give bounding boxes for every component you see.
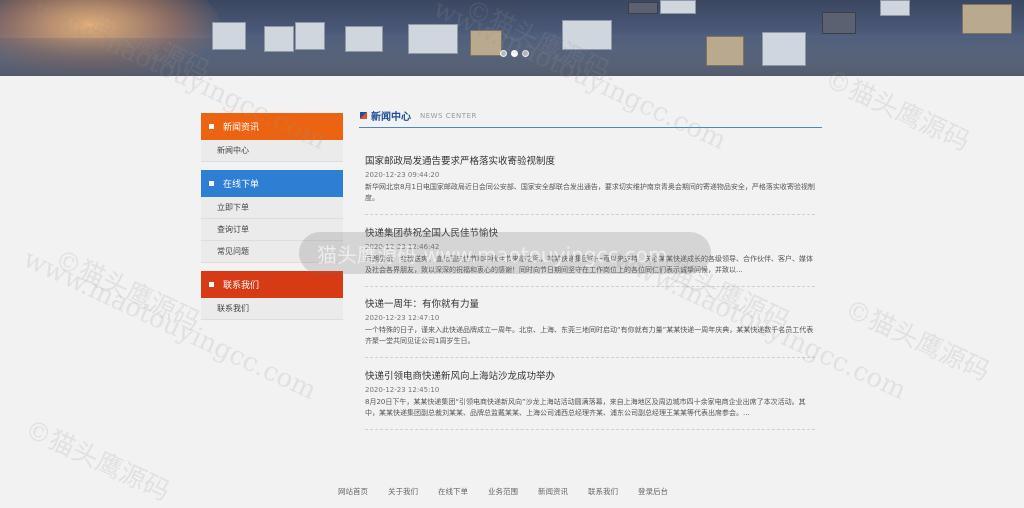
news-date: 2020-12-23 12:45:10 xyxy=(365,386,440,394)
cargo-container xyxy=(962,4,1012,34)
news-headline[interactable]: 国家邮政局发通告要求严格落实收寄验视制度 xyxy=(365,153,815,167)
slider-dot-2[interactable] xyxy=(511,50,518,57)
sidebar-head-order[interactable]: 在线下单 xyxy=(201,170,343,197)
footer-link-admin[interactable]: 登录后台 xyxy=(638,486,668,497)
news-summary: 8月20日下午，某某快递集团“引领电商快递新风向”沙龙上海站活动圆满落幕，来自上… xyxy=(365,398,806,417)
footer-link-about[interactable]: 关于我们 xyxy=(388,486,418,497)
news-item[interactable]: 快递引领电商快递新风向上海站沙龙成功举办 2020-12-23 12:45:10… xyxy=(365,368,815,430)
sidebar: 新闻资讯 新闻中心 在线下单 立即下单 查询订单 常见问题 联系我们 联系我们 xyxy=(201,113,343,320)
sidebar-head-label: 新闻资讯 xyxy=(223,123,260,133)
cargo-container xyxy=(628,2,658,14)
section-title-bar: 新闻中心 NEWS CENTER xyxy=(359,104,822,128)
square-bullet-icon xyxy=(209,181,214,186)
news-headline[interactable]: 快递引领电商快递新风向上海站沙龙成功举办 xyxy=(365,368,815,382)
slider-dots xyxy=(500,50,529,57)
cargo-container xyxy=(822,12,856,34)
sidebar-head-label: 联系我们 xyxy=(223,281,260,291)
footer-link-news[interactable]: 新闻资讯 xyxy=(538,486,568,497)
footer-link-order[interactable]: 在线下单 xyxy=(438,486,468,497)
cargo-container xyxy=(264,26,294,52)
hero-banner xyxy=(0,0,1024,76)
watermark-text: ©猫头鹰源码 xyxy=(839,294,994,388)
cargo-container xyxy=(706,36,744,66)
sidebar-item-order-now[interactable]: 立即下单 xyxy=(201,197,343,219)
page-subtitle: NEWS CENTER xyxy=(420,111,477,120)
cargo-container xyxy=(295,22,325,50)
news-summary: 新华网北京8月1日电国家邮政局近日会同公安部、国家安全部联合发出通告，要求切实维… xyxy=(365,183,815,202)
footer-nav: 网站首页 关于我们 在线下单 业务范围 新闻资讯 联系我们 登录后台 xyxy=(338,486,688,497)
cargo-container xyxy=(470,30,502,56)
cargo-container xyxy=(562,20,612,50)
divider xyxy=(365,214,815,215)
watermark-badge: 猫头鹰源码 www.maotouyingcc.com xyxy=(299,232,711,274)
sidebar-item-news-center[interactable]: 新闻中心 xyxy=(201,140,343,162)
square-bullet-icon xyxy=(209,124,214,129)
divider xyxy=(365,286,815,287)
title-marker-icon xyxy=(360,112,367,119)
sidebar-head-news[interactable]: 新闻资讯 xyxy=(201,113,343,140)
sidebar-item-contact[interactable]: 联系我们 xyxy=(201,298,343,320)
news-date: 2020-12-23 12:47:10 xyxy=(365,314,440,322)
footer-link-services[interactable]: 业务范围 xyxy=(488,486,518,497)
cargo-container xyxy=(345,26,383,52)
news-summary: 一个特殊的日子，谨来入此快递品牌成立一周年。北京、上海、东莞三地同时启动“有你就… xyxy=(365,326,814,345)
slider-dot-1[interactable] xyxy=(500,50,507,57)
cargo-container xyxy=(660,0,696,14)
news-panel: 新闻中心 NEWS CENTER 国家邮政局发通告要求严格落实收寄验视制度 20… xyxy=(359,104,822,430)
news-date: 2020-12-23 09:44:20 xyxy=(365,171,440,179)
news-item[interactable]: 快递一周年：有你就有力量 2020-12-23 12:47:10 一个特殊的日子… xyxy=(365,296,815,358)
watermark-text: ©猫头鹰源码 xyxy=(49,244,204,338)
footer-link-contact[interactable]: 联系我们 xyxy=(588,486,618,497)
news-headline[interactable]: 快递一周年：有你就有力量 xyxy=(365,296,815,310)
square-bullet-icon xyxy=(209,282,214,287)
sidebar-head-label: 在线下单 xyxy=(223,180,260,190)
page-title: 新闻中心 xyxy=(371,112,411,123)
sidebar-head-contact[interactable]: 联系我们 xyxy=(201,271,343,298)
cargo-container xyxy=(880,0,910,16)
divider xyxy=(365,429,815,430)
footer-link-home[interactable]: 网站首页 xyxy=(338,486,368,497)
cargo-container xyxy=(762,32,806,66)
cargo-container xyxy=(408,24,458,54)
watermark-text: ©猫头鹰源码 xyxy=(19,414,174,508)
tarmac xyxy=(0,38,1024,76)
slider-dot-3[interactable] xyxy=(522,50,529,57)
cargo-container xyxy=(212,22,246,50)
divider xyxy=(365,357,815,358)
news-item[interactable]: 国家邮政局发通告要求严格落实收寄验视制度 2020-12-23 09:44:20… xyxy=(365,153,815,215)
